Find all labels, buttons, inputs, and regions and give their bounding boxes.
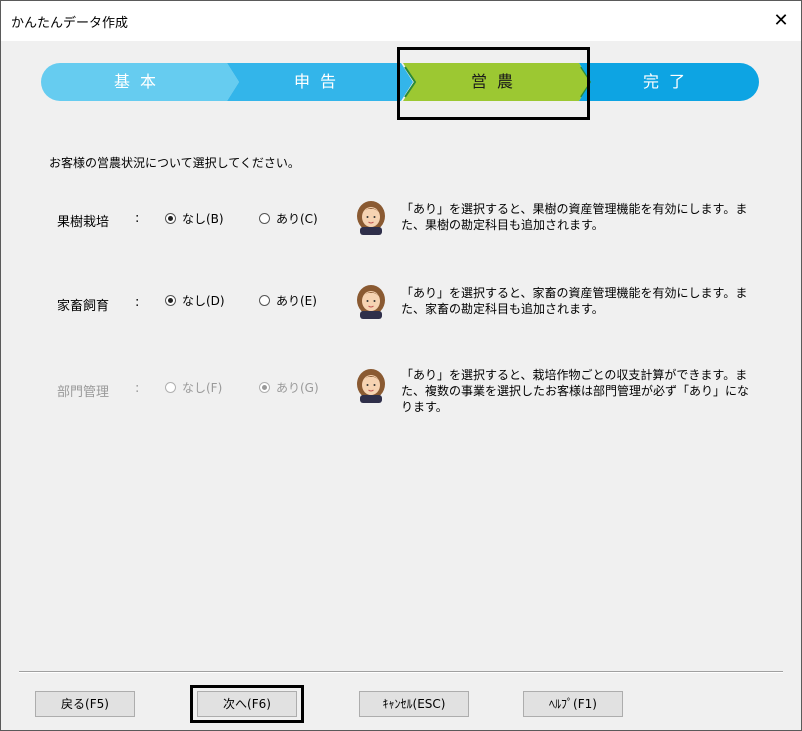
close-icon[interactable]: ✕: [769, 9, 793, 33]
footer-divider-highlight: [19, 672, 783, 673]
radio-kaju-no[interactable]: なし(B): [165, 210, 224, 227]
advisor-avatar-icon: [357, 201, 385, 235]
dialog-window: かんたんデータ作成 ✕ 基本 申告 営農 完了 お客様の営農状況について選択して…: [0, 0, 802, 731]
option-row-chikusan: 家畜飼育 : なし(D) あり(E) 「あり」を選択すると、家畜の資産管理機能を…: [1, 281, 802, 351]
step-shinkoku: 申告: [227, 63, 413, 101]
title-bar: かんたんデータ作成 ✕: [1, 1, 801, 41]
radio-bumon-no: なし(F): [165, 379, 222, 396]
radio-label: なし(B): [182, 212, 224, 226]
help-button[interactable]: ﾍﾙﾌﾟ(F1): [523, 691, 623, 717]
window-title: かんたんデータ作成: [11, 16, 129, 31]
radio-label: あり(E): [276, 294, 317, 308]
advisor-avatar-icon: [357, 285, 385, 319]
back-button[interactable]: 戻る(F5): [35, 691, 135, 717]
radio-label: あり(C): [276, 212, 318, 226]
step-kanryo: 完了: [579, 63, 759, 101]
radio-dot: [165, 382, 176, 393]
radio-dot[interactable]: [165, 213, 176, 224]
radio-dot[interactable]: [165, 295, 176, 306]
row-label: 果樹栽培: [57, 215, 110, 230]
step-label: 申告: [293, 72, 346, 91]
step-label: 基本: [113, 72, 166, 91]
current-step-highlight: [397, 47, 590, 120]
cancel-button[interactable]: ｷｬﾝｾﾙ(ESC): [359, 691, 469, 717]
row-colon: :: [135, 381, 140, 396]
row-label: 家畜飼育: [57, 299, 110, 314]
advisor-avatar-icon: [357, 369, 385, 403]
row-note: 「あり」を選択すると、栽培作物ごとの収支計算ができます。また、複数の事業を選択し…: [401, 368, 750, 414]
next-button-highlight: [190, 685, 304, 723]
row-label: 部門管理: [57, 385, 110, 400]
radio-chikusan-no[interactable]: なし(D): [165, 292, 225, 309]
radio-kaju-yes[interactable]: あり(C): [259, 210, 318, 227]
radio-label: なし(F): [182, 381, 223, 395]
row-colon: :: [135, 211, 140, 226]
radio-dot: [259, 382, 270, 393]
radio-chikusan-yes[interactable]: あり(E): [259, 292, 317, 309]
radio-label: なし(D): [182, 294, 225, 308]
row-note: 「あり」を選択すると、果樹の資産管理機能を有効にします。また、果樹の勘定科目も追…: [401, 202, 748, 232]
radio-bumon-yes: あり(G): [259, 379, 319, 396]
option-row-bumon: 部門管理 : なし(F) あり(G) 「あり」を選択すると、栽培作物ごとの収支計…: [1, 365, 802, 435]
row-note: 「あり」を選択すると、家畜の資産管理機能を有効にします。また、家畜の勘定科目も追…: [401, 286, 748, 316]
option-row-kaju: 果樹栽培 : なし(B) あり(C) 「あり」を選択すると、果樹の資産管理機能を…: [1, 197, 802, 267]
radio-dot[interactable]: [259, 213, 270, 224]
row-colon: :: [135, 295, 140, 310]
radio-dot[interactable]: [259, 295, 270, 306]
radio-label: あり(G): [276, 381, 319, 395]
step-label: 完了: [642, 72, 695, 91]
step-kihon: 基本: [41, 63, 239, 101]
prompt-text: お客様の営農状況について選択してください。: [49, 156, 300, 170]
